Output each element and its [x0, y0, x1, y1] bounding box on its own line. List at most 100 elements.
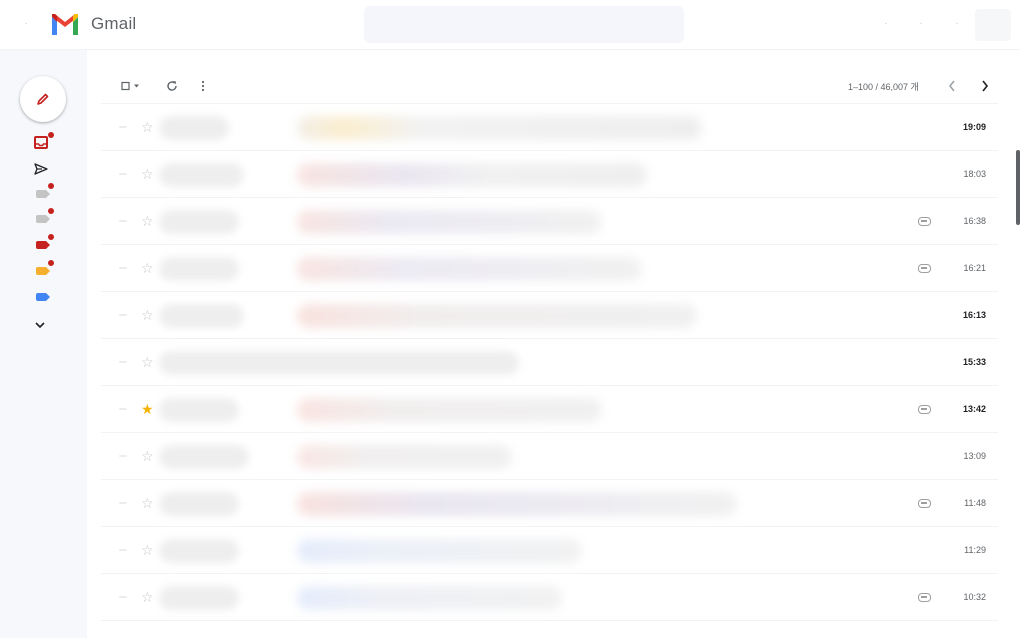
- email-time: 10:32: [963, 592, 986, 602]
- row-checkbox[interactable]: [119, 173, 127, 175]
- sender-redacted: [159, 445, 249, 469]
- sidebar-item-label-5[interactable]: [34, 290, 50, 304]
- attachment-icon: [918, 499, 931, 508]
- subject-redacted: [297, 586, 562, 610]
- chevron-down-icon: [35, 322, 45, 329]
- row-checkbox[interactable]: [119, 126, 127, 128]
- more-actions-button[interactable]: [196, 76, 210, 96]
- more-vert-icon: [201, 80, 205, 92]
- star-icon[interactable]: ☆: [141, 307, 154, 323]
- sender-redacted: [159, 539, 239, 563]
- email-time: 18:03: [963, 169, 986, 179]
- label-icon: [36, 293, 50, 301]
- sender-redacted: [159, 351, 519, 375]
- star-icon[interactable]: ☆: [141, 213, 154, 229]
- subject-redacted: [297, 304, 697, 328]
- inbox-icon: [34, 136, 48, 149]
- email-time: 11:48: [964, 498, 986, 508]
- row-checkbox[interactable]: [119, 408, 127, 410]
- apps-icon[interactable]: ·: [952, 19, 962, 29]
- send-icon: [34, 163, 48, 175]
- row-checkbox[interactable]: [119, 549, 127, 551]
- search-input[interactable]: [364, 6, 684, 43]
- email-time: 16:38: [963, 216, 986, 226]
- row-checkbox[interactable]: [119, 502, 127, 504]
- star-icon[interactable]: ☆: [141, 542, 154, 558]
- label-icon: [36, 190, 50, 198]
- sender-redacted: [159, 586, 239, 610]
- mail-list-panel: 1–100 / 46,007 개 ☆ 19:09 ☆ 18:03 ☆ 16:38 ☆ 16:2…: [87, 50, 1020, 638]
- email-row[interactable]: ☆ 18:03: [101, 150, 998, 198]
- subject-redacted: [297, 210, 602, 234]
- subject-redacted: [297, 163, 647, 187]
- compose-button[interactable]: [20, 76, 66, 122]
- star-icon[interactable]: ☆: [141, 260, 154, 276]
- email-row[interactable]: ☆ 15:33: [101, 338, 998, 386]
- subject-redacted: [297, 445, 512, 469]
- row-checkbox[interactable]: [119, 267, 127, 269]
- refresh-icon: [167, 81, 177, 91]
- email-row[interactable]: ☆ 13:09: [101, 432, 998, 480]
- email-time: 16:13: [962, 310, 986, 320]
- subject-redacted: [297, 539, 582, 563]
- email-list: ☆ 19:09 ☆ 18:03 ☆ 16:38 ☆ 16:21 ☆ 16:13 ☆ 15:33 ★ 13:…: [101, 103, 998, 621]
- star-icon[interactable]: ☆: [141, 166, 154, 182]
- row-checkbox[interactable]: [119, 314, 127, 316]
- email-row[interactable]: ☆ 16:38: [101, 197, 998, 245]
- unread-badge: [48, 260, 54, 266]
- email-row[interactable]: ☆ 16:21: [101, 244, 998, 292]
- star-icon[interactable]: ☆: [141, 448, 154, 464]
- row-checkbox[interactable]: [119, 596, 127, 598]
- sidebar-item-more[interactable]: [34, 316, 50, 330]
- email-time: 13:42: [962, 404, 986, 414]
- help-icon[interactable]: ·: [881, 19, 891, 29]
- email-row[interactable]: ☆ 11:29: [101, 526, 998, 574]
- row-checkbox[interactable]: [119, 220, 127, 222]
- star-icon[interactable]: ☆: [141, 119, 154, 135]
- sidebar-item-label-1[interactable]: [34, 183, 54, 201]
- email-row[interactable]: ☆ 11:48: [101, 479, 998, 527]
- avatar[interactable]: [975, 9, 1011, 41]
- subject-redacted: [297, 492, 737, 516]
- sender-redacted: [159, 398, 239, 422]
- sidebar-item-sent[interactable]: [34, 162, 50, 176]
- star-filled-icon[interactable]: ★: [141, 401, 154, 417]
- star-icon[interactable]: ☆: [141, 495, 154, 511]
- row-checkbox[interactable]: [119, 361, 127, 363]
- email-row[interactable]: ★ 13:42: [101, 385, 998, 433]
- select-all-checkbox[interactable]: [117, 76, 147, 96]
- email-row[interactable]: ☆ 10:32: [101, 573, 998, 621]
- pencil-icon: [37, 93, 49, 105]
- sidebar-item-inbox[interactable]: [34, 132, 54, 150]
- star-icon[interactable]: ☆: [141, 589, 154, 605]
- sidebar-item-label-2[interactable]: [34, 208, 54, 226]
- top-bar: · Gmail · · ·: [0, 0, 1020, 50]
- email-row[interactable]: ☆ 19:09: [101, 103, 998, 151]
- label-icon: [36, 267, 50, 275]
- refresh-button[interactable]: [163, 76, 181, 96]
- star-icon[interactable]: ☆: [141, 354, 154, 370]
- sidebar-item-label-4[interactable]: [34, 260, 54, 278]
- subject-redacted: [297, 257, 642, 281]
- checkbox-dropdown-icon: [121, 81, 139, 91]
- email-time: 15:33: [962, 357, 986, 367]
- sender-redacted: [159, 210, 239, 234]
- settings-icon[interactable]: ·: [916, 19, 926, 29]
- email-row[interactable]: ☆ 16:13: [101, 291, 998, 339]
- unread-badge: [48, 183, 54, 189]
- email-time: 13:09: [963, 451, 986, 461]
- email-time: 19:09: [962, 122, 986, 132]
- scrollbar[interactable]: [1016, 150, 1020, 225]
- pagination-text: 1–100 / 46,007 개: [848, 82, 919, 92]
- sidebar-item-label-3[interactable]: [34, 234, 54, 252]
- attachment-icon: [918, 405, 931, 414]
- next-page-button[interactable]: [976, 76, 994, 96]
- attachment-icon: [918, 217, 931, 226]
- row-checkbox[interactable]: [119, 455, 127, 457]
- menu-icon[interactable]: ·: [22, 19, 30, 29]
- gmail-logo[interactable]: [50, 13, 80, 36]
- attachment-icon: [918, 593, 931, 602]
- prev-page-button[interactable]: [943, 76, 961, 96]
- toolbar: 1–100 / 46,007 개: [101, 72, 998, 100]
- email-time: 16:21: [963, 263, 986, 273]
